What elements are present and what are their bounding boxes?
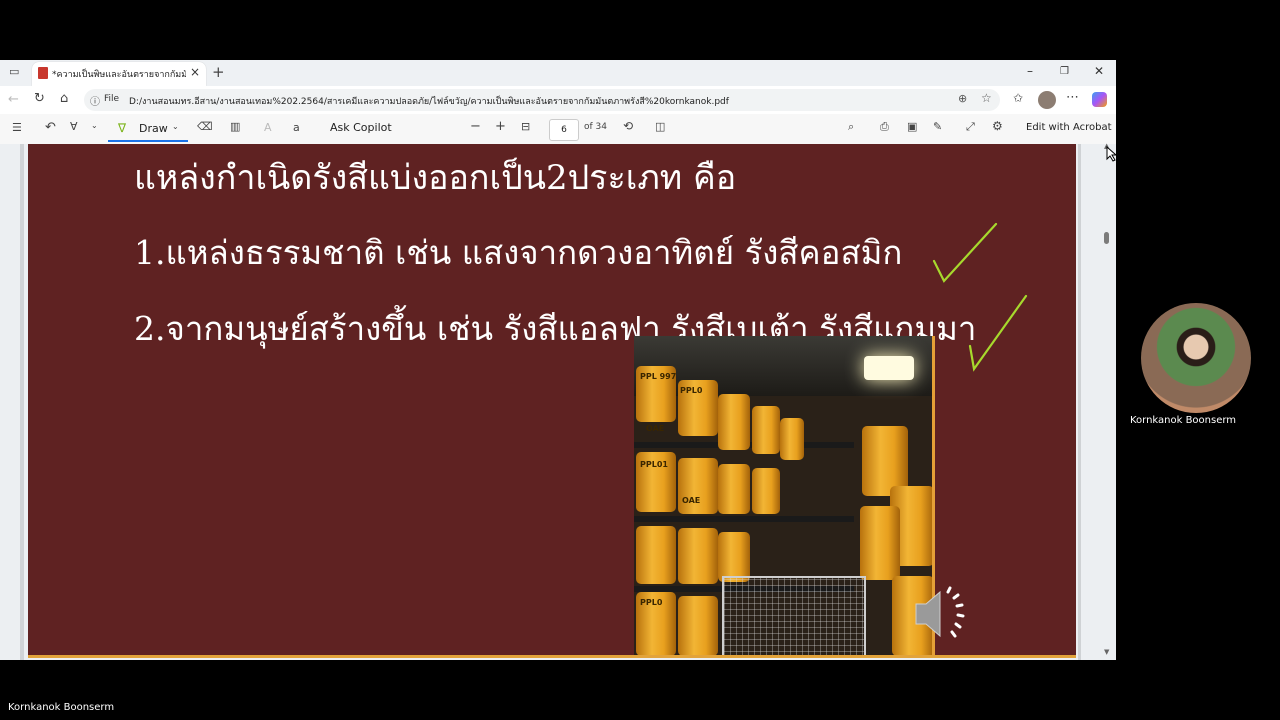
save-as-icon[interactable]: ✎ bbox=[933, 120, 942, 133]
save-icon[interactable]: ▣ bbox=[907, 120, 917, 133]
fit-page-icon[interactable]: ⊟ bbox=[521, 120, 530, 133]
fullscreen-icon[interactable]: ⤢ bbox=[966, 120, 975, 134]
text-icon[interactable]: A bbox=[264, 121, 272, 134]
profile-avatar[interactable] bbox=[1038, 91, 1056, 109]
barrel bbox=[678, 458, 718, 514]
slide-page: แหล่งกำเนิดรังสีแบ่งออกเป็น2ประเภท คือ 1… bbox=[28, 144, 1076, 656]
barrel-label: PPL01 bbox=[640, 460, 668, 469]
audio-speaker-icon[interactable] bbox=[912, 584, 972, 644]
slide-heading: แหล่งกำเนิดรังสีแบ่งออกเป็น2ประเภท คือ bbox=[134, 158, 737, 198]
slide-bottom-border bbox=[28, 655, 1076, 658]
tab-actions-icon[interactable]: ▭ bbox=[9, 65, 19, 78]
edit-with-acrobat-button[interactable]: Edit with Acrobat bbox=[1026, 122, 1112, 133]
draw-label: Draw bbox=[139, 122, 168, 135]
close-icon[interactable]: × bbox=[190, 65, 200, 79]
checkmark-icon bbox=[968, 294, 1028, 372]
speaker-name-label: Kornkanok Boonserm bbox=[8, 702, 115, 713]
barrel-label: PPL 997 bbox=[640, 372, 677, 381]
page-edge bbox=[20, 144, 24, 660]
print-icon[interactable]: ⎙ bbox=[880, 120, 889, 134]
refresh-icon[interactable]: ↻ bbox=[34, 91, 45, 106]
back-icon[interactable]: ← bbox=[8, 92, 19, 107]
page-edge bbox=[1078, 144, 1081, 660]
pdf-toolbar: ☰ ↶ ∀ ⌄ ∇ Draw ⌄ ⌫ ▥ A a Ask Copilot − +… bbox=[0, 114, 1116, 145]
info-icon: ⓘ bbox=[90, 97, 100, 108]
barrel bbox=[718, 532, 750, 582]
page-view-icon[interactable]: ◫ bbox=[655, 120, 665, 133]
copilot-icon[interactable] bbox=[1092, 92, 1107, 107]
highlight-icon[interactable]: ∀ bbox=[70, 120, 78, 133]
rotate-icon[interactable]: ⟲ bbox=[623, 119, 633, 133]
address-url: D:/งานสอนมทร.อีสาน/งานสอนเทอม%202.2564/ส… bbox=[129, 97, 729, 107]
barrel bbox=[780, 418, 804, 460]
photo-shelf bbox=[634, 516, 854, 522]
zoom-icon[interactable]: ⊕ bbox=[958, 92, 967, 105]
draw-pen-icon: ∇ bbox=[118, 121, 127, 135]
more-options-icon[interactable]: ⋯ bbox=[1066, 90, 1079, 105]
settings-gear-icon[interactable]: ⚙ bbox=[992, 119, 1003, 133]
search-icon[interactable]: ⌕ bbox=[848, 120, 854, 134]
ask-copilot-button[interactable]: Ask Copilot bbox=[330, 121, 392, 134]
window-close-icon[interactable]: ✕ bbox=[1094, 64, 1104, 78]
eraser-icon[interactable]: ⌫ bbox=[197, 120, 213, 133]
checkmark-icon bbox=[932, 222, 998, 283]
zoom-out-icon[interactable]: − bbox=[470, 119, 481, 134]
barrel bbox=[860, 506, 900, 580]
participant-name: Kornkanok Boonserm bbox=[1129, 415, 1237, 426]
pdf-icon bbox=[38, 67, 48, 79]
page-number-input[interactable]: 6 bbox=[549, 119, 579, 141]
draw-button[interactable]: ∇ Draw ⌄ bbox=[108, 118, 188, 142]
barrel-label: PPL0 bbox=[680, 386, 703, 395]
view-mode-icon[interactable]: ▥ bbox=[230, 120, 240, 133]
barrel-label: PPL0 bbox=[640, 598, 663, 607]
scrollbar[interactable]: ▲ ▼ bbox=[1102, 142, 1112, 660]
undo-icon[interactable]: ↶ bbox=[45, 120, 56, 135]
cursor-icon bbox=[1106, 146, 1118, 162]
address-input[interactable]: ⓘ File D:/งานสอนมทร.อีสาน/งานสอนเทอม%202… bbox=[84, 89, 1000, 111]
barrel bbox=[636, 526, 676, 584]
favorite-star-icon[interactable]: ☆ bbox=[981, 91, 992, 105]
zoom-in-icon[interactable]: + bbox=[495, 119, 506, 134]
tab-pdf[interactable]: *ความเป็นพิษและอันตรายจากกัมมันตภาพรังสี… bbox=[32, 62, 206, 86]
address-bar-row: ← ↻ ⌂ ⓘ File D:/งานสอนมทร.อีสาน/งานสอนเท… bbox=[0, 86, 1116, 114]
restore-icon[interactable]: ❐ bbox=[1060, 66, 1069, 77]
address-label: File bbox=[104, 94, 120, 104]
barrel bbox=[718, 394, 750, 450]
tab-title: *ความเป็นพิษและอันตรายจากกัมมันตภาพรังสี bbox=[52, 70, 186, 80]
barrel bbox=[678, 528, 718, 584]
participant-avatar bbox=[1141, 303, 1251, 413]
scrollbar-thumb[interactable] bbox=[1104, 232, 1109, 244]
page-total: of 34 bbox=[584, 122, 607, 132]
new-tab-icon[interactable]: + bbox=[212, 63, 225, 81]
radioactive-barrels-photo: PPL 997 PPL0 OAE PPL01 OAE PPL0 bbox=[634, 336, 934, 656]
minimize-icon[interactable]: – bbox=[1027, 64, 1033, 78]
slide-item-1: 1.แหล่งธรรมชาติ เช่น แสงจากดวงอาทิตย์ รั… bbox=[134, 233, 903, 272]
photo-light bbox=[864, 356, 914, 380]
browser-window: ▭ *ความเป็นพิษและอันตรายจากกัมมันตภาพรัง… bbox=[0, 60, 1116, 660]
barrel bbox=[752, 406, 780, 454]
barrel bbox=[718, 464, 750, 514]
photo-cage bbox=[722, 576, 866, 656]
scroll-down-icon[interactable]: ▼ bbox=[1104, 648, 1109, 656]
favorites-icon[interactable]: ✩ bbox=[1013, 91, 1023, 105]
home-icon[interactable]: ⌂ bbox=[60, 91, 68, 106]
contents-icon[interactable]: ☰ bbox=[12, 121, 22, 134]
barrel bbox=[752, 468, 780, 514]
barrel-label: OAE bbox=[682, 496, 701, 505]
pdf-viewport: แหล่งกำเนิดรังสีแบ่งออกเป็น2ประเภท คือ 1… bbox=[0, 142, 1116, 660]
chevron-down-icon: ⌄ bbox=[172, 122, 179, 131]
chevron-down-icon[interactable]: ⌄ bbox=[91, 121, 98, 130]
read-aloud-icon[interactable]: a bbox=[293, 121, 300, 134]
barrel-label: OAE bbox=[646, 424, 665, 433]
barrel bbox=[678, 596, 718, 656]
tab-bar: ▭ *ความเป็นพิษและอันตรายจากกัมมันตภาพรัง… bbox=[0, 60, 1116, 86]
